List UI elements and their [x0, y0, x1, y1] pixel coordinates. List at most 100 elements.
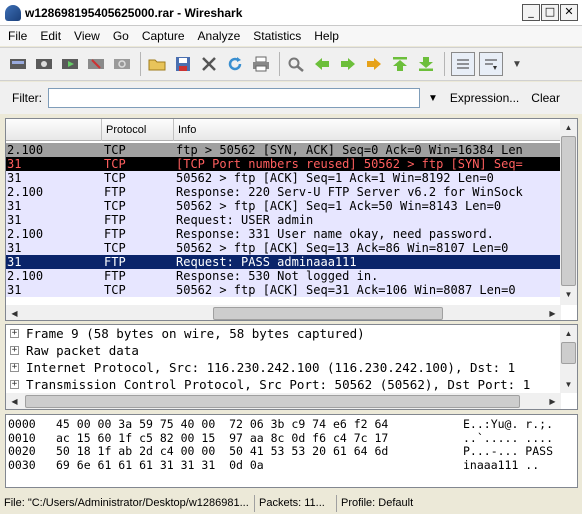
clear-button[interactable]: Clear	[531, 91, 560, 105]
detail-row-tcp[interactable]: + Transmission Control Protocol, Src Por…	[6, 376, 561, 393]
scroll-right-icon[interactable]: ▶	[544, 305, 561, 320]
interfaces-icon[interactable]	[8, 54, 28, 74]
status-profile: Profile: Default	[341, 496, 414, 509]
packet-row[interactable]: 2.100 FTP Response: 331 User name okay, ne…	[6, 227, 561, 241]
status-packets: Packets: 11...	[255, 494, 337, 512]
packet-row[interactable]: 31 TCP [TCP Port numbers reused] 50562 > f…	[6, 157, 561, 171]
start-capture-icon[interactable]	[60, 54, 80, 74]
hex-offset[interactable]: 0020	[6, 444, 56, 459]
menu-go[interactable]: Go	[113, 29, 129, 43]
packet-list-vscrollbar[interactable]: ▲ ▼	[560, 119, 577, 305]
packet-row[interactable]: 31 TCP 50562 > ftp [ACK] Seq=13 Ack=86 Win…	[6, 241, 561, 255]
scroll-left-icon[interactable]: ◀	[6, 393, 23, 409]
hex-bytes[interactable]: 50 18 1f ab 2d c4 00 00 50 41 53 53 20 6…	[56, 444, 463, 459]
hex-ascii[interactable]: inaaa111 ..	[463, 458, 577, 473]
packet-protocol-cell: FTP	[104, 185, 126, 199]
go-first-packet-icon[interactable]	[390, 54, 410, 74]
packet-protocol-cell: FTP	[104, 213, 126, 227]
expand-icon[interactable]: +	[10, 346, 19, 355]
packet-source-cell: 31	[7, 213, 22, 227]
packet-row[interactable]: 2.100 FTP Response: 220 Serv-U FTP Server …	[6, 185, 561, 199]
print-icon[interactable]	[251, 54, 271, 74]
hex-offset[interactable]: 0000	[6, 417, 56, 432]
reload-icon[interactable]	[225, 54, 245, 74]
save-file-icon[interactable]	[173, 54, 193, 74]
maximize-button[interactable]: □	[541, 4, 559, 21]
expand-icon[interactable]: +	[10, 329, 19, 338]
hex-row: 0030 69 6e 61 61 61 31 31 31 0d 0a inaaa11…	[6, 458, 577, 473]
column-header-info[interactable]: Info	[174, 119, 561, 141]
detail-row-frame[interactable]: + Frame 9 (58 bytes on wire, 58 bytes ca…	[6, 325, 561, 342]
hex-row: 0000 45 00 00 3a 59 75 40 00 72 06 3b c9 …	[6, 417, 577, 432]
scroll-up-icon[interactable]: ▲	[560, 119, 577, 136]
expression-button[interactable]: Expression...	[450, 91, 519, 105]
packet-row[interactable]: 31 TCP 50562 > ftp [ACK] Seq=1 Ack=1 Win=8…	[6, 171, 561, 185]
packet-list-hscrollbar[interactable]: ◀ ▶	[6, 305, 561, 320]
column-header-protocol[interactable]: Protocol	[102, 119, 174, 141]
toolbar-overflow-icon[interactable]: ▼	[507, 54, 527, 74]
packet-row[interactable]: 31 TCP 50562 > ftp [ACK] Seq=1 Ack=50 Win=…	[6, 199, 561, 213]
details-vthumb[interactable]	[561, 342, 576, 364]
packet-row[interactable]: 31 FTP Request: PASS adminaaa111	[6, 255, 561, 269]
packet-list-vthumb[interactable]	[561, 136, 576, 286]
filter-label: Filter:	[12, 91, 42, 105]
close-file-icon[interactable]	[199, 54, 219, 74]
packet-row[interactable]: 2.100 FTP Response: 530 Not logged in.	[6, 269, 561, 283]
go-back-icon[interactable]	[312, 54, 332, 74]
hex-bytes[interactable]: ac 15 60 1f c5 82 00 15 97 aa 8c 0d f6 c…	[56, 431, 463, 446]
hex-ascii[interactable]: E..:Yu@. r.;.	[463, 417, 577, 432]
packet-info-cell: Response: 331 User name okay, need passw…	[176, 227, 494, 241]
hex-ascii[interactable]: P...-... PASS	[463, 444, 577, 459]
menu-view[interactable]: View	[74, 29, 100, 43]
column-header-source[interactable]	[6, 119, 102, 141]
restart-capture-icon[interactable]	[112, 54, 132, 74]
packet-row[interactable]: 31 FTP Request: USER admin	[6, 213, 561, 227]
go-forward-icon[interactable]	[338, 54, 358, 74]
packet-row[interactable]: 2.100 TCP ftp > 50562 [SYN, ACK] Seq=0 Ack…	[6, 143, 561, 157]
expand-icon[interactable]: +	[10, 380, 19, 389]
hex-offset[interactable]: 0030	[6, 458, 56, 473]
menu-statistics[interactable]: Statistics	[253, 29, 301, 43]
colorize-toggle-icon[interactable]	[451, 52, 475, 76]
minimize-button[interactable]: _	[522, 4, 540, 21]
auto-scroll-toggle-icon[interactable]	[479, 52, 503, 76]
stop-capture-icon[interactable]	[86, 54, 106, 74]
window-controls: _ □ ✕	[522, 4, 578, 21]
go-to-packet-icon[interactable]	[364, 54, 384, 74]
scroll-up-icon[interactable]: ▲	[560, 325, 577, 342]
scroll-right-icon[interactable]: ▶	[544, 393, 561, 409]
menu-help[interactable]: Help	[314, 29, 339, 43]
capture-options-icon[interactable]	[34, 54, 54, 74]
status-bar: File: "C:/Users/Administrator/Desktop/w1…	[0, 492, 582, 514]
close-button[interactable]: ✕	[560, 4, 578, 21]
packet-source-cell: 31	[7, 255, 22, 269]
open-file-icon[interactable]	[147, 54, 167, 74]
scroll-left-icon[interactable]: ◀	[6, 305, 23, 320]
packet-info-cell: Request: PASS adminaaa111	[176, 255, 357, 269]
detail-row-ip[interactable]: + Internet Protocol, Src: 116.230.242.10…	[6, 359, 561, 376]
hex-bytes[interactable]: 45 00 00 3a 59 75 40 00 72 06 3b c9 74 e…	[56, 417, 463, 432]
hex-offset[interactable]: 0010	[6, 431, 56, 446]
expand-icon[interactable]: +	[10, 363, 19, 372]
hex-ascii[interactable]: ..`..... ....	[463, 431, 577, 446]
detail-row-raw[interactable]: + Raw packet data	[6, 342, 561, 359]
packet-row[interactable]: 31 TCP 50562 > ftp [ACK] Seq=31 Ack=106 Wi…	[6, 283, 561, 297]
filter-input[interactable]	[48, 88, 420, 108]
hex-bytes[interactable]: 69 6e 61 61 61 31 31 31 0d 0a	[56, 458, 463, 473]
details-hscrollbar[interactable]: ◀ ▶	[6, 393, 561, 409]
find-packet-icon[interactable]	[286, 54, 306, 74]
packet-protocol-cell: TCP	[104, 283, 126, 297]
scroll-down-icon[interactable]: ▼	[560, 286, 577, 303]
go-last-packet-icon[interactable]	[416, 54, 436, 74]
menu-file[interactable]: File	[8, 29, 27, 43]
packet-source-cell: 2.100	[7, 143, 44, 157]
menu-capture[interactable]: Capture	[142, 29, 185, 43]
menu-edit[interactable]: Edit	[40, 29, 61, 43]
packet-list-hthumb[interactable]	[213, 307, 443, 320]
details-vscrollbar[interactable]: ▲ ▼	[560, 325, 577, 393]
details-hthumb[interactable]	[25, 395, 520, 408]
scroll-down-icon[interactable]: ▼	[560, 376, 577, 393]
menu-analyze[interactable]: Analyze	[198, 29, 241, 43]
packet-source-cell: 31	[7, 157, 22, 171]
filter-dropdown-icon[interactable]: ▼	[428, 93, 438, 104]
